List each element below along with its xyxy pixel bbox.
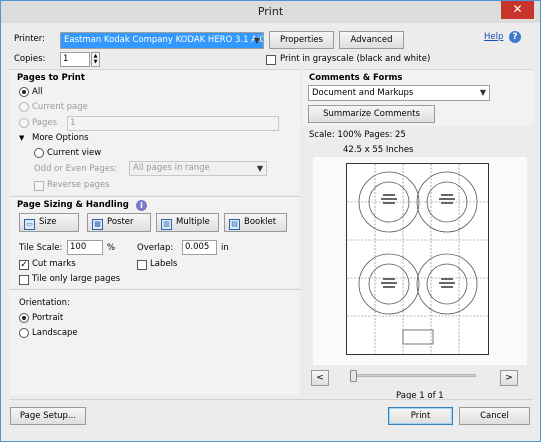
help-link[interactable]: Help (484, 30, 503, 44)
pages-to-print-title: Pages to Print (17, 73, 85, 83)
odd-even-label: Odd or Even Pages: (34, 164, 118, 174)
previous-page-button[interactable]: < (311, 370, 329, 386)
landscape-label: Landscape (32, 328, 78, 338)
landscape-radio[interactable] (19, 328, 29, 338)
collapse-triangle-icon[interactable]: ▼ (19, 131, 24, 145)
all-pages-radio[interactable] (19, 87, 29, 97)
grayscale-label: Print in grayscale (black and white) (280, 54, 431, 64)
preview-page (346, 163, 489, 355)
preview-scale-text: Scale: 100% Pages: 25 (309, 130, 406, 140)
page-setup-button[interactable]: Page Setup... (10, 407, 86, 425)
multiple-button[interactable]: ▥ Multiple (156, 213, 219, 232)
poster-icon: ▦ (92, 219, 103, 230)
multiple-icon: ▥ (161, 219, 172, 230)
reverse-pages-checkbox[interactable] (34, 181, 44, 191)
summarize-comments-button[interactable]: Summarize Comments (308, 105, 435, 123)
current-view-label: Current view (47, 148, 102, 158)
current-view-radio[interactable] (34, 148, 44, 158)
tile-scale-input[interactable]: 100 (67, 240, 103, 255)
page-slider-track[interactable] (350, 374, 476, 377)
pages-radio[interactable] (19, 118, 29, 128)
comments-forms-value: Document and Markups (312, 88, 414, 98)
copies-label: Copies: (14, 54, 46, 64)
printer-selected-value: Eastman Kodak Company KODAK HERO 3.1 AiO (61, 33, 263, 48)
odd-even-select[interactable]: All pages in range ▼ (129, 161, 267, 176)
advanced-button[interactable]: Advanced (339, 31, 404, 49)
cut-marks-checkbox[interactable]: ✓ (19, 260, 29, 270)
printer-label: Printer: (14, 34, 45, 44)
booklet-button[interactable]: ▤ Booklet (224, 213, 287, 232)
page-slider-thumb[interactable] (350, 370, 357, 382)
print-dialog: Print ✕ Printer: Eastman Kodak Company K… (0, 0, 541, 442)
multiple-button-label: Multiple (176, 217, 210, 227)
next-page-button[interactable]: > (500, 370, 518, 386)
grayscale-checkbox[interactable] (266, 55, 276, 65)
comments-forms-title: Comments & Forms (309, 73, 403, 83)
size-button-label: Size (39, 217, 57, 227)
footer-divider (9, 399, 533, 400)
window-title: Print (257, 5, 284, 18)
all-pages-label: All (32, 87, 43, 97)
orientation-title: Orientation: (19, 298, 70, 308)
title-bar: Print ✕ (1, 1, 540, 23)
cancel-button[interactable]: Cancel (459, 407, 530, 425)
page-counter: Page 1 of 1 (396, 391, 444, 401)
properties-button[interactable]: Properties (269, 31, 334, 49)
poster-button[interactable]: ▦ Poster (87, 213, 151, 232)
chevron-down-icon: ▼ (479, 88, 486, 97)
labels-label: Labels (150, 259, 178, 269)
odd-even-value: All pages in range (133, 163, 210, 173)
comments-forms-select[interactable]: Document and Markups ▼ (308, 85, 490, 101)
overlap-label: Overlap: (137, 243, 174, 253)
preview-page-content (347, 164, 488, 354)
page-sizing-title: Page Sizing & Handling (17, 200, 129, 210)
portrait-radio[interactable] (19, 313, 29, 323)
print-button[interactable]: Print (388, 407, 453, 425)
booklet-icon: ▤ (229, 219, 240, 230)
poster-button-label: Poster (107, 217, 134, 227)
current-page-label: Current page (32, 102, 88, 112)
labels-checkbox[interactable] (137, 260, 147, 270)
tile-scale-unit: % (107, 243, 116, 253)
info-icon[interactable]: i (136, 200, 147, 211)
printer-select[interactable]: Eastman Kodak Company KODAK HERO 3.1 AiO… (60, 32, 264, 49)
cut-marks-label: Cut marks (32, 259, 76, 269)
close-button[interactable]: ✕ (501, 1, 534, 19)
size-button[interactable]: ▭ Size (19, 213, 79, 232)
booklet-button-label: Booklet (244, 217, 277, 227)
help-icon[interactable]: ? (509, 31, 521, 43)
print-preview-area (313, 157, 527, 365)
pages-label: Pages (32, 118, 58, 128)
chevron-down-icon: ▼ (253, 36, 260, 45)
reverse-pages-label: Reverse pages (47, 180, 110, 190)
portrait-label: Portrait (32, 313, 64, 323)
current-page-radio[interactable] (19, 102, 29, 112)
tile-large-label: Tile only large pages (32, 274, 121, 284)
copies-input[interactable]: 1 (60, 52, 90, 67)
more-options-toggle[interactable]: More Options (32, 131, 89, 145)
pages-range-input[interactable]: 1 (67, 116, 279, 131)
overlap-input[interactable]: 0.005 (182, 240, 217, 255)
overlap-unit: in (221, 243, 229, 253)
tile-large-checkbox[interactable] (19, 275, 29, 285)
chevron-down-icon: ▼ (256, 164, 263, 173)
preview-dimensions-text: 42.5 x 55 Inches (343, 145, 414, 155)
copies-stepper[interactable]: ▲ ▼ (91, 52, 100, 67)
tile-scale-label: Tile Scale: (19, 243, 63, 253)
size-icon: ▭ (24, 219, 35, 230)
